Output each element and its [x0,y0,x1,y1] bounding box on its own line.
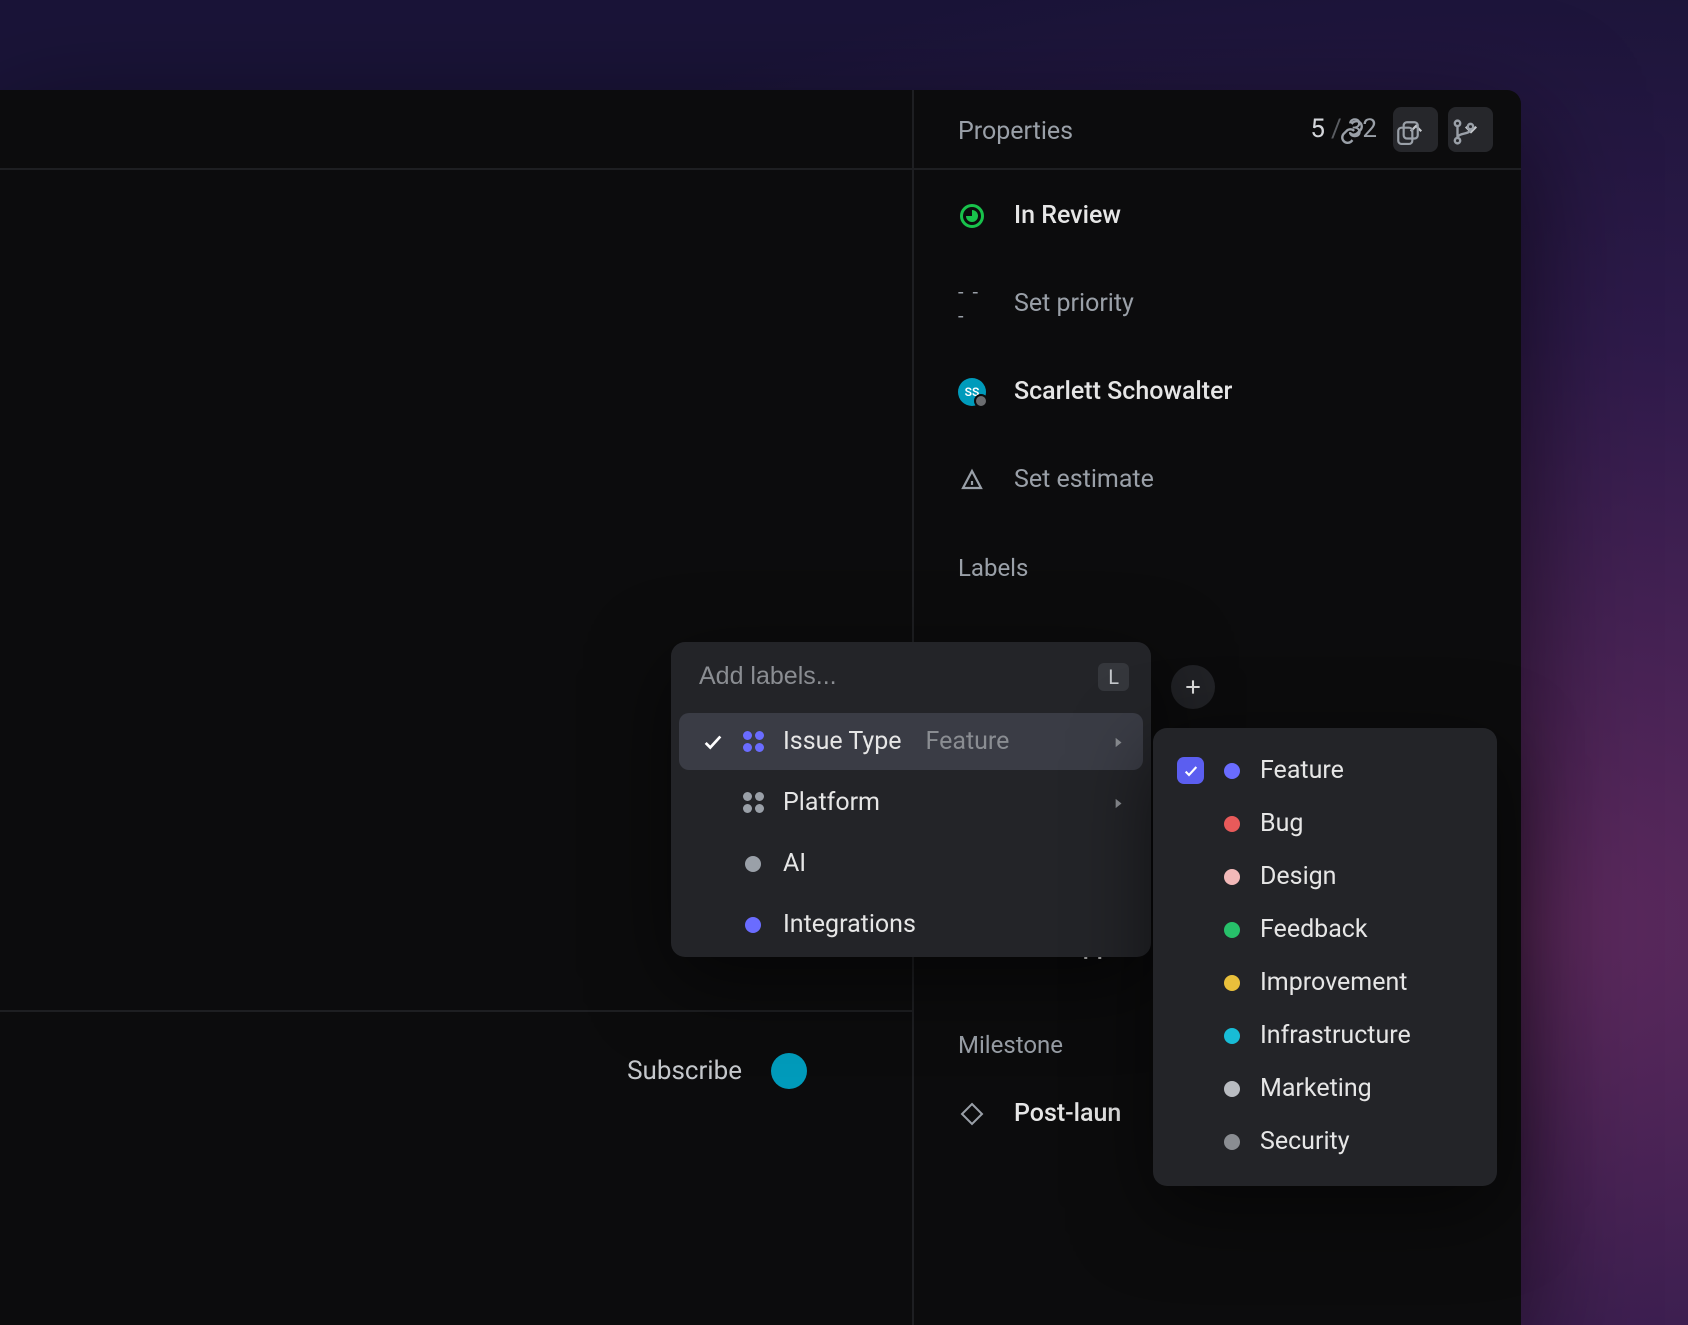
label-option-checkbox [1177,1022,1204,1049]
label-options-popover: Feature Bug Design Feedback Improvement Infra… [1153,728,1497,1186]
git-branch-icon [1451,119,1477,145]
label-option-checkbox [1177,863,1204,890]
label-category-ai[interactable]: AI [679,835,1143,892]
priority-icon: - - - [958,280,986,328]
assignee-avatar: SS [958,378,986,406]
labels-search-input[interactable] [699,662,999,691]
chevron-right-icon [1111,727,1125,756]
label-option-name: Improvement [1260,968,1407,997]
check-icon [702,731,724,753]
label-dot-icon [745,917,761,933]
link-icon [1339,119,1365,145]
estimate-placeholder: Set estimate [1014,465,1154,494]
status-value: In Review [1014,201,1121,230]
labels-popover: L Issue Type Feature Platform AI Integration… [671,642,1151,957]
subscriber-avatar[interactable] [771,1053,807,1089]
label-color-dot [1224,869,1240,885]
label-color-dot [1224,975,1240,991]
label-group-icon [743,792,765,814]
label-option-checkbox [1177,757,1204,784]
label-option-name: Infrastructure [1260,1021,1411,1050]
git-branch-button[interactable] [1451,119,1477,145]
sidebar-header-actions [1339,119,1477,145]
label-option-name: Feedback [1260,915,1368,944]
subscribe-bar: Subscribe [0,1010,912,1130]
label-option-marketing[interactable]: Marketing [1169,1062,1481,1115]
label-option-name: Design [1260,862,1337,891]
copy-icon [1395,119,1421,145]
copy-link-button[interactable] [1339,119,1365,145]
label-category-hint: Feature [926,727,1010,756]
label-group-icon [743,731,765,753]
label-category-name: Integrations [783,910,916,939]
sidebar-header: Properties [958,117,1477,146]
label-option-feedback[interactable]: Feedback [1169,903,1481,956]
labels-shortcut-key: L [1098,663,1129,691]
label-option-security[interactable]: Security [1169,1115,1481,1168]
label-option-checkbox [1177,1075,1204,1102]
label-option-checkbox [1177,916,1204,943]
labels-search-row: L [671,642,1151,709]
label-option-feature[interactable]: Feature [1169,744,1481,797]
label-category-issue-type[interactable]: Issue Type Feature [679,713,1143,770]
labels-heading: Labels [958,554,1477,582]
estimate-icon [958,466,986,494]
label-option-name: Security [1260,1127,1350,1156]
plus-icon [1183,677,1203,697]
label-options-list: Feature Bug Design Feedback Improvement Infra… [1169,744,1481,1168]
check-icon [1183,763,1199,779]
assignee-row[interactable]: SS Scarlett Schowalter [958,377,1477,406]
label-category-name: Platform [783,788,880,817]
subscribe-button[interactable]: Subscribe [627,1056,742,1086]
label-option-checkbox [1177,1128,1204,1155]
label-color-dot [1224,1134,1240,1150]
label-option-name: Bug [1260,809,1303,838]
estimate-row[interactable]: Set estimate [958,465,1477,494]
priority-row[interactable]: - - - Set priority [958,289,1477,318]
label-color-dot [1224,922,1240,938]
label-option-name: Feature [1260,756,1344,785]
label-color-dot [1224,763,1240,779]
status-row[interactable]: In Review [958,201,1477,230]
assignee-name: Scarlett Schowalter [1014,377,1232,406]
labels-category-list: Issue Type Feature Platform AI Integrations [671,713,1151,953]
label-option-checkbox [1177,810,1204,837]
copy-id-button[interactable] [1395,119,1421,145]
label-option-bug[interactable]: Bug [1169,797,1481,850]
label-option-infrastructure[interactable]: Infrastructure [1169,1009,1481,1062]
check-slot [701,731,725,753]
milestone-name: Post-laun [1014,1099,1121,1128]
label-category-name: AI [783,849,806,878]
chevron-right-icon [1111,788,1125,817]
properties-title: Properties [958,117,1073,146]
label-dot-icon [745,856,761,872]
milestone-icon [958,1100,986,1128]
label-option-design[interactable]: Design [1169,850,1481,903]
label-option-improvement[interactable]: Improvement [1169,956,1481,1009]
label-category-integrations[interactable]: Integrations [679,896,1143,953]
label-color-dot [1224,1081,1240,1097]
label-option-name: Marketing [1260,1074,1372,1103]
label-option-checkbox [1177,969,1204,996]
status-icon [960,204,984,228]
label-color-dot [1224,816,1240,832]
priority-placeholder: Set priority [1014,289,1134,318]
label-color-dot [1224,1028,1240,1044]
label-category-platform[interactable]: Platform [679,774,1143,831]
label-category-name: Issue Type [783,727,902,756]
add-label-button[interactable] [1171,665,1215,709]
